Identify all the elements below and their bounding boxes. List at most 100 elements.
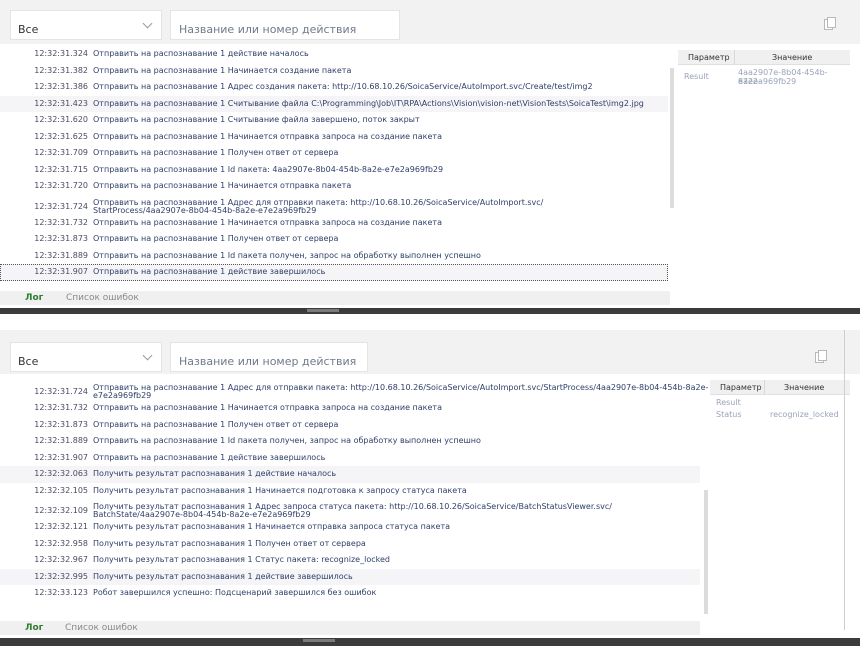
log-row[interactable]: 12:32:31.625 Отправить на распознавание 1…	[0, 129, 668, 146]
params-header: Параметр Значение	[710, 380, 850, 395]
log-message: Отправить на распознавание 1 действие на…	[93, 49, 309, 58]
log-row[interactable]: 12:32:31.720 Отправить на распознавание 1…	[0, 178, 668, 195]
log-row[interactable]: 12:32:31.907 Отправить на распознавание 1…	[0, 264, 668, 281]
log-row[interactable]: 12:32:31.873 Отправить на распознавание 1…	[0, 231, 668, 248]
log-message: Отправить на распознавание 1 Id пакета: …	[93, 164, 444, 174]
filter-value: Все	[18, 23, 39, 36]
log-message: Отправить на распознавание 1 Адрес для о…	[93, 383, 709, 392]
log-time: 12:32:31.732	[34, 403, 88, 412]
log-time: 12:32:33.123	[34, 588, 88, 597]
log-message: Получить результат распознавания 1 дейст…	[93, 571, 353, 581]
log-row[interactable]: 12:32:33.123 Робот завершился успешно: По…	[0, 585, 700, 602]
tab-log[interactable]: Лог	[25, 293, 43, 303]
log-row[interactable]: 12:32:31.889 Отправить на распознавание 1…	[0, 433, 700, 450]
log-row[interactable]: 12:32:32.967 Получить результат распознав…	[0, 552, 700, 569]
log-row[interactable]: 12:32:32.109 Получить результат распознав…	[0, 499, 700, 519]
log-message: Отправить на распознавание 1 Получен отв…	[93, 419, 339, 429]
log-time: 12:32:31.709	[34, 148, 88, 157]
bottom-tabs: Лог Список ошибок	[0, 291, 670, 305]
toolbar: Все	[0, 330, 860, 374]
log-message: Отправить на распознавание 1 действие за…	[93, 452, 326, 462]
log-time: 12:32:32.958	[34, 538, 88, 548]
log-message: Отправить на распознавание 1 Получен отв…	[93, 234, 339, 243]
filter-select[interactable]: Все	[10, 342, 162, 372]
log-scrollbar[interactable]	[704, 490, 708, 614]
log-list: 12:32:31.724 Отправить на распознавание 1…	[0, 380, 708, 602]
search-input[interactable]	[170, 342, 368, 372]
log-time: 12:32:32.109	[34, 506, 88, 515]
log-row[interactable]: 12:32:31.724 Отправить на распознавание 1…	[0, 380, 708, 400]
log-row[interactable]: 12:32:32.105 Получить результат распознав…	[0, 483, 700, 500]
log-message: Получить результат распознавания 1 Стату…	[93, 555, 390, 564]
log-time: 12:32:31.889	[34, 436, 88, 445]
log-row[interactable]: 12:32:31.724 Отправить на распознавание 1…	[0, 195, 668, 215]
log-message: Робот завершился успешно: Подсценарий за…	[93, 588, 377, 597]
params-table: Параметр Значение Result Status recogniz…	[710, 380, 850, 620]
log-time: 12:32:31.732	[34, 217, 88, 227]
log-row[interactable]: 12:32:31.873 Отправить на распознавание 1…	[0, 417, 700, 434]
bottom-tabs: Лог Список ошибок	[0, 621, 700, 635]
toolbar: Все	[0, 0, 860, 44]
log-time: 12:32:32.967	[34, 555, 88, 564]
tab-log[interactable]: Лог	[25, 623, 43, 633]
params-header: Параметр Значение	[678, 50, 850, 65]
search-input[interactable]	[170, 10, 400, 40]
log-scrollbar[interactable]	[670, 68, 674, 208]
log-row[interactable]: 12:32:31.386 Отправить на распознавание 1…	[0, 79, 668, 96]
log-message: Отправить на распознавание 1 Id пакета п…	[93, 250, 481, 260]
log-row[interactable]: 12:32:31.907 Отправить на распознавание 1…	[0, 450, 700, 467]
log-row[interactable]: 12:32:31.732 Отправить на распознавание 1…	[0, 400, 700, 417]
log-row[interactable]: 12:32:32.063 Получить результат распознав…	[0, 466, 700, 483]
log-time: 12:32:31.907	[34, 452, 88, 462]
copy-icon[interactable]	[824, 17, 836, 30]
resize-handle[interactable]	[303, 639, 335, 642]
log-row[interactable]: 12:32:31.715 Отправить на распознавание 1…	[0, 162, 668, 179]
value-column-header: Значение	[772, 53, 813, 62]
log-row[interactable]: 12:32:31.423 Отправить на распознавание 1…	[0, 95, 668, 112]
log-time: 12:32:32.121	[34, 522, 88, 531]
log-message: Отправить на распознавание 1 Начинается …	[93, 131, 442, 141]
log-panel-bottom: Все 12:32:31.724 Отправить на распознаван…	[0, 330, 860, 655]
log-message: Получить результат распознавания 1 Начин…	[93, 485, 467, 495]
log-row[interactable]: 12:32:31.324 Отправить на распознавание 1…	[0, 46, 668, 63]
log-time: 12:32:31.724	[34, 387, 88, 396]
filter-select[interactable]: Все	[10, 10, 162, 40]
chevron-down-icon	[142, 350, 153, 361]
log-message: Отправить на распознавание 1 Начинается …	[93, 403, 442, 412]
log-time: 12:32:31.386	[34, 82, 88, 91]
log-row[interactable]: 12:32:32.121 Получить результат распознав…	[0, 519, 700, 536]
log-message: Отправить на распознавание 1 Адрес созда…	[93, 82, 593, 91]
log-time: 12:32:31.889	[34, 250, 88, 260]
tab-errors[interactable]: Список ошибок	[65, 623, 138, 633]
log-message: Получить результат распознавания 1 Начин…	[93, 522, 451, 531]
log-time: 12:32:31.382	[34, 65, 88, 75]
resize-handle[interactable]	[307, 309, 339, 312]
log-time: 12:32:31.324	[34, 49, 88, 58]
log-row[interactable]: 12:32:31.732 Отправить на распознавание 1…	[0, 215, 668, 232]
log-row[interactable]: 12:32:32.995 Получить результат распознав…	[0, 568, 700, 585]
log-time: 12:32:31.423	[34, 98, 88, 108]
bottom-bar	[0, 638, 860, 646]
log-panel-top: Все 12:32:31.324 Отправить на распознаван…	[0, 0, 860, 318]
tab-errors[interactable]: Список ошибок	[66, 293, 139, 303]
log-row[interactable]: 12:32:31.620 Отправить на распознавание 1…	[0, 112, 668, 129]
param-column-header: Параметр	[720, 383, 762, 392]
log-message: Отправить на распознавание 1 Получен отв…	[93, 148, 339, 157]
log-time: 12:32:31.873	[34, 419, 88, 429]
param-name: Result	[684, 72, 709, 81]
log-time: 12:32:32.063	[34, 469, 88, 478]
log-row[interactable]: 12:32:31.382 Отправить на распознавание 1…	[0, 63, 668, 80]
copy-icon[interactable]	[815, 350, 827, 363]
log-row[interactable]: 12:32:31.889 Отправить на распознавание 1…	[0, 248, 668, 265]
filter-value: Все	[18, 355, 39, 368]
log-message: Отправить на распознавание 1 Начинается …	[93, 181, 352, 190]
log-time: 12:32:31.724	[34, 201, 88, 211]
log-message: Получить результат распознавания 1 Получ…	[93, 538, 366, 548]
log-row[interactable]: 12:32:32.958 Получить результат распознав…	[0, 536, 700, 553]
value-column-header: Значение	[784, 383, 825, 392]
log-time: 12:32:31.907	[34, 267, 88, 276]
param-name: Status	[716, 410, 742, 419]
log-time: 12:32:31.620	[34, 115, 88, 124]
log-row[interactable]: 12:32:31.709 Отправить на распознавание 1…	[0, 145, 668, 162]
log-message: Получить результат распознавания 1 дейст…	[93, 469, 337, 478]
